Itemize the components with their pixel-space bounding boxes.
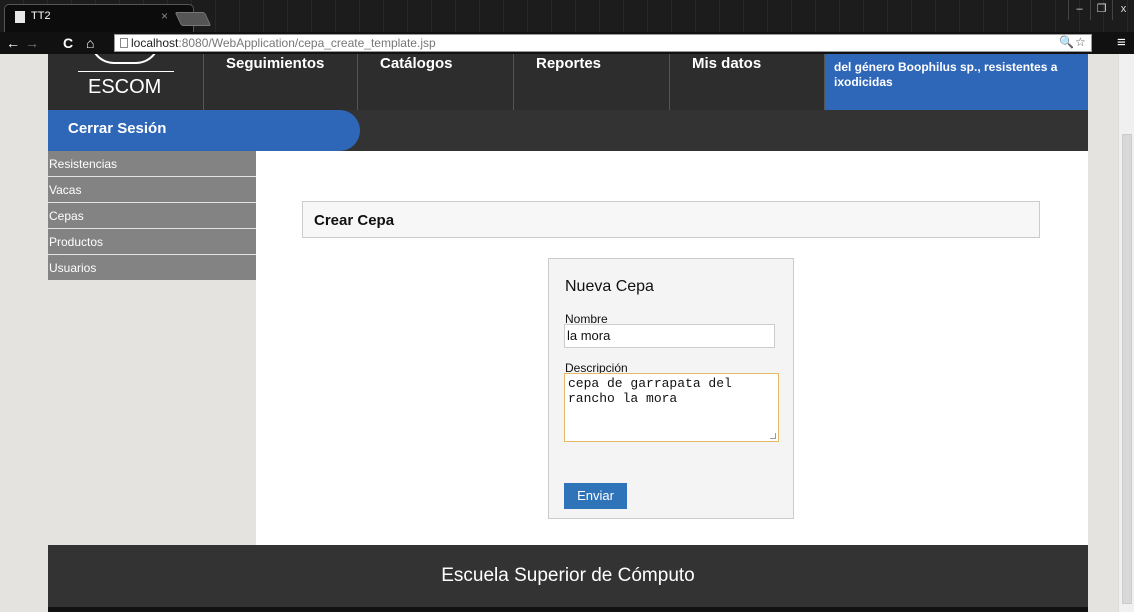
session-bar: Cerrar Sesión bbox=[48, 110, 1088, 151]
submit-button[interactable]: Enviar bbox=[564, 483, 627, 509]
descripcion-value: cepa de garrapata del rancho la mora bbox=[568, 376, 732, 406]
site-header: ESCOM Seguimientos Catálogos Reportes Mi… bbox=[48, 54, 1088, 110]
bookmark-star-icon[interactable]: ☆ bbox=[1075, 35, 1086, 49]
resize-handle-icon[interactable] bbox=[770, 433, 776, 439]
header-title: del género Boophilus sp., resistentes a … bbox=[825, 54, 1088, 110]
escom-logo[interactable]: ESCOM bbox=[48, 54, 204, 110]
tab-title: TT2 bbox=[31, 10, 51, 22]
browser-tab[interactable]: TT2 × bbox=[4, 4, 194, 32]
sidebar: Resistencias Vacas Cepas Productos Usuar… bbox=[48, 151, 256, 545]
menu-reportes[interactable]: Reportes bbox=[514, 54, 670, 110]
reload-icon[interactable]: C bbox=[63, 34, 73, 52]
sidebar-item-usuarios[interactable]: Usuarios bbox=[48, 255, 256, 280]
site-footer: Escuela Superior de Cómputo bbox=[48, 545, 1088, 607]
page-container: ESCOM Seguimientos Catálogos Reportes Mi… bbox=[48, 54, 1088, 612]
form-title: Nueva Cepa bbox=[565, 278, 654, 295]
minimize-button[interactable]: – bbox=[1068, 0, 1090, 20]
logo-text: ESCOM bbox=[88, 76, 162, 98]
descripcion-textarea[interactable]: cepa de garrapata del rancho la mora bbox=[564, 373, 779, 442]
close-window-button[interactable]: x bbox=[1112, 0, 1134, 20]
sidebar-item-productos[interactable]: Productos bbox=[48, 229, 256, 254]
sidebar-item-cepas[interactable]: Cepas bbox=[48, 203, 256, 228]
page-icon bbox=[120, 38, 128, 48]
tab-close-icon[interactable]: × bbox=[161, 9, 168, 23]
vertical-scrollbar[interactable] bbox=[1118, 54, 1134, 612]
back-icon[interactable]: ← bbox=[6, 34, 20, 52]
sidebar-item-vacas[interactable]: Vacas bbox=[48, 177, 256, 202]
browser-tabstrip: TT2 × – ❐ x bbox=[0, 0, 1134, 32]
page-viewport: ESCOM Seguimientos Catálogos Reportes Mi… bbox=[0, 54, 1118, 612]
new-tab-button[interactable] bbox=[174, 12, 212, 26]
logo-arc-icon bbox=[90, 54, 160, 64]
page-favicon-icon bbox=[15, 11, 25, 23]
menu-catalogos[interactable]: Catálogos bbox=[358, 54, 514, 110]
logout-button[interactable]: Cerrar Sesión bbox=[48, 110, 360, 151]
home-icon[interactable]: ⌂ bbox=[86, 34, 94, 52]
window-controls: – ❐ x bbox=[1068, 0, 1134, 20]
menu-mis-datos[interactable]: Mis datos bbox=[670, 54, 825, 110]
browser-menu-icon[interactable]: ≡ bbox=[1117, 34, 1126, 51]
zoom-icon[interactable]: 🔍 bbox=[1059, 35, 1074, 49]
section-header: Crear Cepa bbox=[302, 201, 1040, 238]
create-cepa-form: Nueva Cepa Nombre la mora Descripción ce… bbox=[548, 258, 794, 519]
page-title: Crear Cepa bbox=[314, 212, 395, 229]
address-bar[interactable]: localhost:8080/WebApplication/cepa_creat… bbox=[114, 34, 1092, 52]
menu-seguimientos[interactable]: Seguimientos bbox=[204, 54, 358, 110]
restore-button[interactable]: ❐ bbox=[1090, 0, 1112, 20]
url-text: localhost:8080/WebApplication/cepa_creat… bbox=[131, 36, 436, 50]
browser-toolbar: ← → C ⌂ localhost:8080/WebApplication/ce… bbox=[0, 32, 1134, 54]
footer-bottom-bar bbox=[48, 607, 1088, 612]
sidebar-item-resistencias[interactable]: Resistencias bbox=[48, 151, 256, 176]
footer-text: Escuela Superior de Cómputo bbox=[441, 565, 695, 586]
nombre-field[interactable]: la mora bbox=[564, 324, 775, 348]
forward-icon[interactable]: → bbox=[25, 34, 39, 52]
scrollbar-thumb[interactable] bbox=[1122, 134, 1132, 604]
